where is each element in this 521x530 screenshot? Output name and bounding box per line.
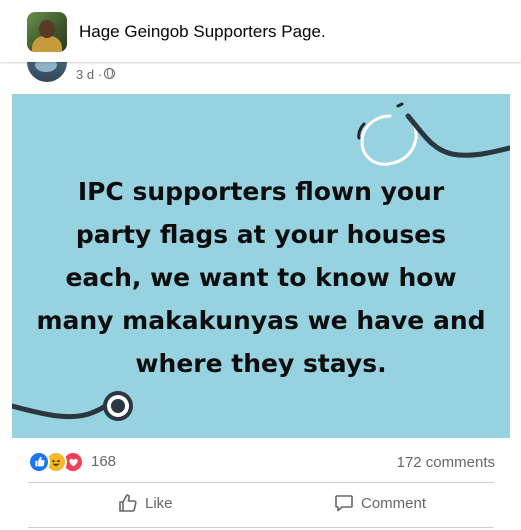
stethoscope-earpiece-tip bbox=[396, 102, 404, 108]
comment-button-label: Comment bbox=[361, 494, 427, 512]
post-timestamp[interactable]: 3 d · bbox=[76, 67, 102, 82]
globe-icon bbox=[104, 68, 115, 79]
reaction-summary[interactable]: 168 172 comments bbox=[28, 451, 498, 473]
post-image[interactable]: IPC supporters flown your party flags at… bbox=[12, 94, 510, 438]
post-header: 3 d · bbox=[0, 56, 521, 94]
stethoscope-chestpiece-center bbox=[111, 399, 125, 413]
group-avatar[interactable] bbox=[27, 12, 67, 52]
comment-button[interactable]: Comment bbox=[334, 485, 426, 521]
like-button-label: Like bbox=[145, 494, 173, 512]
stethoscope-tube-dark-top bbox=[405, 113, 510, 158]
thumbs-up-icon bbox=[119, 494, 137, 512]
like-icon bbox=[28, 451, 50, 473]
group-name-link[interactable]: Hage Geingob Supporters Page. bbox=[79, 22, 326, 42]
post-time-separator: · bbox=[97, 67, 103, 82]
stethoscope-tube-white bbox=[360, 114, 418, 166]
divider-bottom bbox=[28, 527, 494, 528]
reaction-count: 168 bbox=[91, 453, 117, 470]
post-time-text: 3 d bbox=[76, 67, 95, 82]
avatar-face bbox=[39, 20, 55, 38]
avatar-figure bbox=[32, 36, 62, 52]
comment-count-link[interactable]: 172 comments bbox=[397, 454, 495, 471]
group-header: Hage Geingob Supporters Page. bbox=[0, 0, 521, 62]
like-button[interactable]: Like bbox=[118, 485, 173, 521]
divider bbox=[28, 482, 494, 483]
post-image-text: IPC supporters flown your party flags at… bbox=[36, 177, 486, 378]
comment-icon bbox=[335, 495, 353, 512]
stethoscope-tube-dark-bottom bbox=[12, 399, 113, 420]
